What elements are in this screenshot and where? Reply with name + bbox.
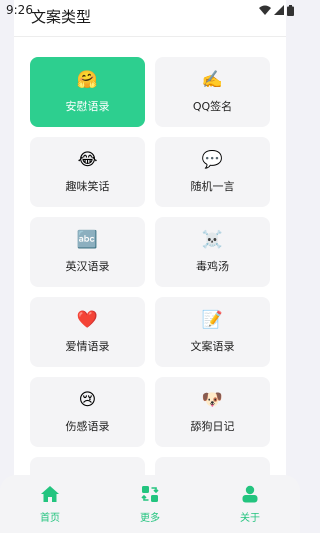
tile-label: 伤感语录: [65, 419, 110, 433]
home-icon: [41, 485, 59, 502]
tile-label: 舔狗日记: [190, 419, 235, 433]
tab-about[interactable]: 关于: [210, 485, 290, 524]
tile-simp-diary[interactable]: 🐶 舔狗日记: [155, 377, 270, 447]
tile-qq-signature[interactable]: ✍️ QQ签名: [155, 57, 270, 127]
tile-label: 毒鸡汤: [196, 259, 229, 273]
wifi-icon: [259, 5, 271, 15]
swap-icon: [141, 485, 159, 502]
tab-more-label: 更多: [140, 512, 160, 524]
abc-icon: 🔤: [76, 229, 99, 250]
memo-icon: 📝: [201, 309, 224, 330]
tile-label: 随机一言: [190, 179, 235, 193]
status-icons: [259, 4, 294, 16]
divider: [14, 36, 286, 37]
bottom-tab-bar: 首页 更多 关于: [0, 475, 300, 533]
heart-icon: ❤️: [76, 309, 99, 330]
tile-comfort-quotes[interactable]: 🤗 安慰语录: [30, 57, 145, 127]
user-icon: [242, 485, 258, 502]
tile-label: 爱情语录: [65, 339, 110, 353]
tile-sad-quotes[interactable]: 😢 伤感语录: [30, 377, 145, 447]
signal-icon: [274, 5, 284, 15]
tab-about-label: 关于: [240, 512, 260, 524]
tile-label: 安慰语录: [65, 99, 110, 113]
tile-love-quotes[interactable]: ❤️ 爱情语录: [30, 297, 145, 367]
crying-face-icon: 😢: [78, 389, 97, 410]
status-bar: 9:26: [0, 0, 300, 20]
tile-label: QQ签名: [192, 99, 233, 113]
tile-poison-chicken-soup[interactable]: ☠️ 毒鸡汤: [155, 217, 270, 287]
tile-label: 趣味笑话: [65, 179, 110, 193]
tile-copywriting-quotes[interactable]: 📝 文案语录: [155, 297, 270, 367]
tab-home[interactable]: 首页: [10, 485, 90, 524]
tile-english-chinese-quotes[interactable]: 🔤 英汉语录: [30, 217, 145, 287]
tile-label: 英汉语录: [65, 259, 110, 273]
writing-hand-icon: ✍️: [201, 69, 224, 90]
tile-funny-jokes[interactable]: 😂 趣味笑话: [30, 137, 145, 207]
laughing-face-icon: 😂: [77, 149, 98, 170]
skull-crossbones-icon: ☠️: [201, 229, 224, 250]
tab-home-label: 首页: [40, 512, 60, 524]
hugging-face-icon: 🤗: [76, 69, 99, 90]
tab-more[interactable]: 更多: [110, 485, 190, 524]
dog-face-icon: 🐶: [201, 389, 224, 410]
category-grid: 🤗 安慰语录 ✍️ QQ签名 😂 趣味笑话 💬 随机一言 🔤 英汉语录 ☠️ 毒…: [30, 57, 270, 527]
battery-icon: [287, 4, 294, 16]
tile-label: 文案语录: [190, 339, 235, 353]
status-time: 9:26: [6, 3, 33, 17]
speech-bubble-icon: 💬: [201, 149, 224, 170]
tile-random-quote[interactable]: 💬 随机一言: [155, 137, 270, 207]
